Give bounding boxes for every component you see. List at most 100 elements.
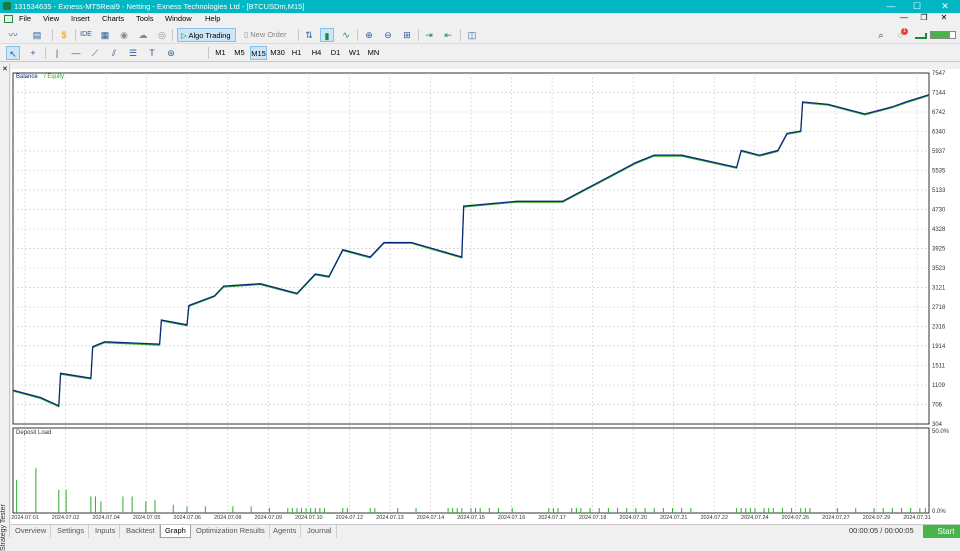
window-title: 131534635 - Exness-MT5Real9 - Netting - … [14, 2, 305, 11]
zoom-out-icon[interactable]: ⊖ [381, 28, 395, 42]
title-bar: 131534635 - Exness-MT5Real9 - Netting - … [0, 0, 960, 13]
trendline-icon[interactable]: ⟋ [88, 46, 102, 60]
chart-shift-icon[interactable]: ⇤ [441, 28, 455, 42]
timeframe-w1[interactable]: W1 [346, 46, 363, 60]
legend-balance: Balance [16, 74, 38, 80]
crosshair-icon[interactable]: + [26, 46, 40, 60]
timeframe-m1[interactable]: M1 [212, 46, 229, 60]
menu-file[interactable]: File [19, 14, 31, 23]
timeframe-m5[interactable]: M5 [231, 46, 248, 60]
tab-graph[interactable]: Graph [160, 525, 191, 538]
timeframe-h1[interactable]: H1 [288, 46, 305, 60]
y-tick-label: 7144 [932, 91, 946, 97]
equidistant-channel-icon[interactable]: ⫽ [107, 46, 121, 60]
candlesticks-icon[interactable]: ▮ [320, 28, 334, 42]
menu-insert[interactable]: Insert [71, 14, 90, 23]
y-tick-label: 3925 [932, 247, 946, 253]
navigator-icon[interactable]: ▦ [98, 28, 112, 42]
algo-trading-button[interactable]: ▷ Algo Trading [177, 28, 236, 42]
new-order-button[interactable]: ▯ New Order [241, 28, 290, 42]
horizontal-line-icon[interactable]: — [69, 46, 83, 60]
graph-panel[interactable]: 7547 7144 6742 6340 5937 5535 5133 4730 4328 3925… [11, 69, 960, 524]
menu-window[interactable]: Window [165, 14, 192, 23]
timeframe-mn[interactable]: MN [365, 46, 382, 60]
y-tick-label: 1914 [932, 344, 946, 350]
connection-bar [930, 31, 956, 39]
y-tick-label: 3523 [932, 266, 946, 272]
line-chart-icon[interactable]: ∿ [339, 28, 353, 42]
one-click-trading-icon[interactable]: ⇅ [302, 28, 316, 42]
strategy-tester-label: Strategy Tester [0, 504, 7, 551]
x-tick-label: 2024.07.06 [173, 515, 201, 521]
x-tick-label: 2024.07.12 [336, 515, 364, 521]
tab-optimization-results[interactable]: Optimization Results [192, 525, 270, 538]
child-minimize-button[interactable]: — [894, 13, 914, 22]
timeframe-m30[interactable]: M30 [269, 46, 286, 60]
cursor-icon[interactable]: ↖ [6, 46, 20, 60]
x-tick-label: 2024.07.18 [579, 515, 607, 521]
shapes-icon[interactable]: ⊛ [164, 46, 178, 60]
timeframe-m15[interactable]: M15 [250, 46, 267, 60]
minimize-button[interactable]: — [878, 0, 904, 13]
search-icon[interactable]: ⌕ [874, 28, 888, 42]
tab-backtest[interactable]: Backtest [122, 525, 160, 538]
new-order-label: New Order [250, 30, 287, 39]
x-tick-label: 2024.07.05 [133, 515, 161, 521]
maximize-button[interactable]: ☐ [904, 0, 930, 13]
tab-settings[interactable]: Settings [53, 525, 90, 538]
tile-windows-icon[interactable]: ⊞ [400, 28, 414, 42]
ide-icon[interactable]: IDE [79, 28, 93, 42]
menu-view[interactable]: View [43, 14, 59, 23]
fibonacci-icon[interactable]: ☰ [126, 46, 140, 60]
menu-help[interactable]: Help [205, 14, 220, 23]
text-icon[interactable]: T [145, 46, 159, 60]
x-tick-label: 2024.07.08 [214, 515, 242, 521]
child-close-button[interactable]: ✕ [934, 13, 954, 22]
y-tick-label: 5937 [932, 149, 946, 155]
y-tick-label: 304 [932, 422, 943, 428]
tab-agents[interactable]: Agents [269, 525, 302, 538]
community-icon[interactable]: ◎ [155, 28, 169, 42]
child-restore-button[interactable]: ❐ [914, 13, 934, 22]
vertical-line-icon[interactable]: | [50, 46, 64, 60]
menu-charts[interactable]: Charts [102, 14, 124, 23]
menu-tools[interactable]: Tools [136, 14, 154, 23]
tab-journal[interactable]: Journal [303, 525, 337, 538]
legend-equity: / Equity [44, 74, 64, 80]
chart-window-icon [4, 15, 13, 23]
drawing-toolbar: ↖ + | — ⟋ ⫽ ☰ T ⊛ M1 M5 M15 M30 H1 H4 D1… [0, 44, 960, 62]
auto-scroll-icon[interactable]: ⇥ [422, 28, 436, 42]
close-button[interactable]: ✕ [932, 0, 958, 13]
y-tick-label: 7547 [932, 71, 946, 77]
y-tick-label: 1109 [932, 383, 946, 389]
tab-overview[interactable]: Overview [11, 525, 52, 538]
x-tick-label: 2024.07.20 [619, 515, 647, 521]
timeframe-h4[interactable]: H4 [308, 46, 325, 60]
y-tick-label: 4328 [932, 227, 946, 233]
y-tick-label: 2316 [932, 324, 946, 330]
chart-type-icon[interactable]: 〰 [6, 28, 20, 42]
tester-tab-bar: Overview Settings Inputs Backtest Graph … [11, 524, 960, 538]
x-tick-label: 2024.07.01 [11, 515, 39, 521]
x-tick-label: 2024.07.13 [376, 515, 404, 521]
screenshot-icon[interactable]: ◫ [465, 28, 479, 42]
x-tick-label: 2024.07.14 [417, 515, 445, 521]
signal-strength-icon [915, 33, 927, 39]
tab-inputs[interactable]: Inputs [91, 525, 121, 538]
strategy-tester-close-icon[interactable]: ✕ [2, 65, 8, 73]
start-button[interactable]: Start [923, 525, 960, 538]
market-icon[interactable]: $ [57, 28, 71, 42]
x-tick-label: 2024.07.22 [701, 515, 729, 521]
x-tick-label: 2024.07.16 [498, 515, 526, 521]
x-tick-label: 2024.07.17 [538, 515, 566, 521]
vps-icon[interactable]: ☁ [136, 28, 150, 42]
timeframe-d1[interactable]: D1 [327, 46, 344, 60]
deposit-load-title: Deposit Load [16, 430, 51, 436]
profiles-icon[interactable]: ▤ [30, 28, 44, 42]
x-tick-label: 2024.07.02 [52, 515, 80, 521]
signals-icon[interactable]: ◉ [117, 28, 131, 42]
x-tick-label: 2024.07.09 [255, 515, 283, 521]
x-tick-label: 2024.07.21 [660, 515, 688, 521]
zoom-in-icon[interactable]: ⊕ [362, 28, 376, 42]
x-tick-label: 2024.07.27 [822, 515, 850, 521]
